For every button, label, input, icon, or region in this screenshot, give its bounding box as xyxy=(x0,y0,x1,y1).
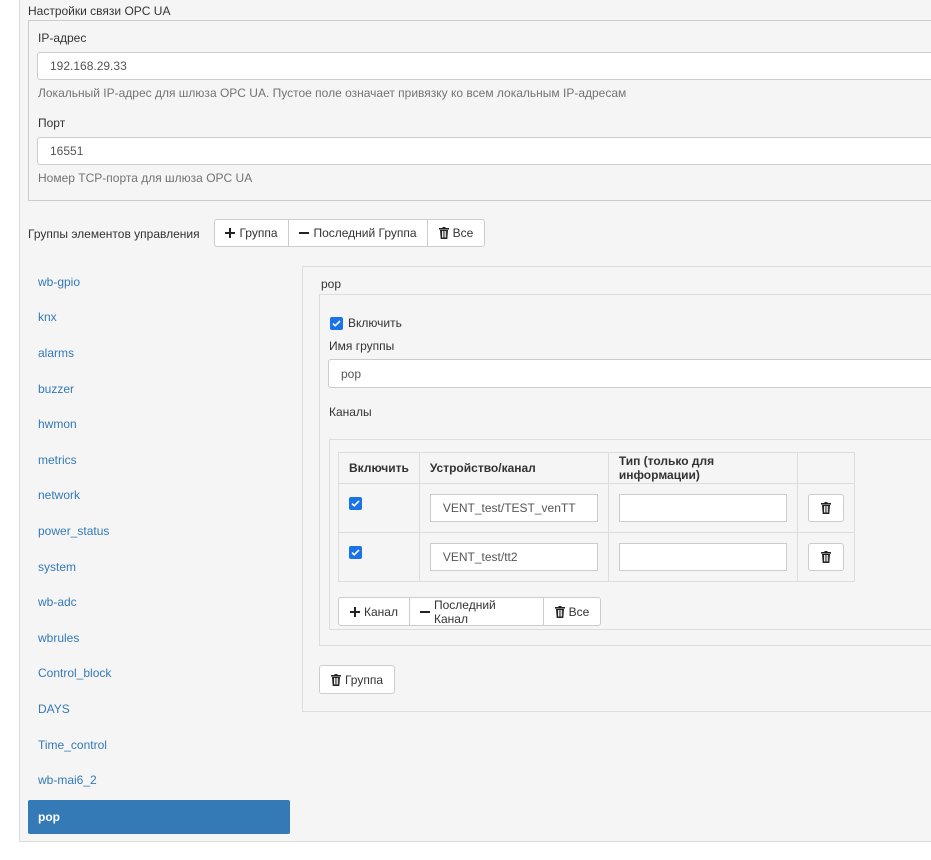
remove-last-channel-button[interactable]: Последний Канал xyxy=(409,597,544,626)
check-icon xyxy=(351,549,360,557)
enable-checkbox[interactable] xyxy=(330,316,343,330)
remove-all-groups-button[interactable]: Все xyxy=(427,219,485,247)
group-name-label: Имя группы xyxy=(329,339,395,353)
minus-icon xyxy=(299,228,310,238)
channel-device-value: VENT_test/tt2 xyxy=(442,550,518,564)
plus-icon xyxy=(350,606,361,617)
nav-item[interactable]: wb-gpio xyxy=(28,264,290,300)
nav-item[interactable]: DAYS xyxy=(28,691,290,727)
remove-last-group-button[interactable]: Последний Группа xyxy=(288,219,428,247)
ip-label: IP-адрес xyxy=(38,31,87,45)
enable-label: Включить xyxy=(348,316,402,330)
nav-item[interactable]: network xyxy=(28,478,290,514)
plus-icon xyxy=(225,228,236,238)
nav-item[interactable]: wbrules xyxy=(28,620,290,656)
nav-item[interactable]: Control_block xyxy=(28,656,290,692)
port-value: 16551 xyxy=(50,144,84,158)
channel-type-input[interactable] xyxy=(618,494,787,522)
group-name-value: pop xyxy=(341,366,362,381)
channels-table: Включить Устройство/канал Тип (только дл… xyxy=(338,452,855,582)
nav-item[interactable]: metrics xyxy=(28,442,290,478)
group-nav: wb-gpio knx alarms buzzer hwmon metrics … xyxy=(28,264,290,834)
add-channel-button[interactable]: Канал xyxy=(338,597,410,626)
check-icon xyxy=(332,319,341,327)
trash-icon xyxy=(330,673,341,686)
delete-group-label: Группа xyxy=(344,672,384,687)
ip-help: Локальный IP-адрес для шлюза OPC UA. Пус… xyxy=(38,86,627,100)
delete-channel-button[interactable] xyxy=(807,494,844,522)
groups-label: Группы элементов управления xyxy=(28,227,200,241)
ip-input[interactable]: 192.168.29.33 xyxy=(37,52,931,80)
nav-item[interactable]: hwmon xyxy=(28,406,290,442)
col-device: Устройство/канал xyxy=(418,452,609,484)
group-title: pop xyxy=(321,277,342,291)
remove-all-channels-button[interactable]: Все xyxy=(543,597,601,626)
table-row: VENT_test/tt2 xyxy=(338,532,855,582)
channel-device-input[interactable]: VENT_test/TEST_venTT xyxy=(429,494,598,522)
channel-device-value: VENT_test/TEST_venTT xyxy=(442,501,576,515)
remove-last-group-label: Последний Группа xyxy=(313,226,417,240)
nav-item[interactable]: system xyxy=(28,549,290,585)
delete-group-button[interactable]: Группа xyxy=(319,665,395,694)
remove-last-channel-label: Последний Канал xyxy=(434,597,496,626)
ip-value: 192.168.29.33 xyxy=(50,59,127,73)
nav-item[interactable]: Time_control xyxy=(28,727,290,763)
add-group-button[interactable]: Группа xyxy=(214,219,289,247)
table-row: VENT_test/TEST_venTT xyxy=(338,483,855,533)
check-icon xyxy=(351,500,360,508)
add-group-label: Группа xyxy=(239,226,278,240)
delete-channel-button[interactable] xyxy=(807,543,844,571)
trash-icon xyxy=(438,227,449,239)
nav-item[interactable]: wb-mai6_2 xyxy=(28,762,290,798)
remove-all-groups-label: Все xyxy=(452,226,474,240)
nav-item[interactable]: wb-adc xyxy=(28,584,290,620)
nav-item[interactable]: alarms xyxy=(28,335,290,371)
channel-type-input[interactable] xyxy=(618,543,787,571)
port-label: Порт xyxy=(38,116,66,130)
minus-icon xyxy=(420,607,430,617)
port-input[interactable]: 16551 xyxy=(37,137,931,165)
col-actions xyxy=(796,452,855,484)
nav-item[interactable]: knx xyxy=(28,300,290,336)
trash-icon xyxy=(820,551,831,563)
remove-all-channels-label: Все xyxy=(568,604,590,619)
nav-item[interactable]: buzzer xyxy=(28,371,290,407)
add-channel-label: Канал xyxy=(364,604,398,619)
trash-icon xyxy=(820,502,831,514)
opc-section-title: Настройки связи OPC UA xyxy=(28,4,171,18)
trash-icon xyxy=(554,605,565,618)
enable-group[interactable]: Включить xyxy=(330,316,402,330)
col-enable: Включить xyxy=(338,452,420,484)
port-help: Номер TCP-порта для шлюза OPC UA xyxy=(38,171,253,185)
group-name-input[interactable]: pop xyxy=(328,359,931,388)
col-type: Тип (только для информации) xyxy=(607,452,798,484)
channel-enable-checkbox[interactable] xyxy=(349,546,362,560)
nav-item-active[interactable]: pop xyxy=(28,799,290,834)
channels-label: Каналы xyxy=(329,405,372,419)
nav-item[interactable]: power_status xyxy=(28,513,290,549)
groups-toolbar: Группа Последний Группа Все xyxy=(214,219,485,247)
channels-toolbar: Канал Последний Канал Все xyxy=(338,597,601,626)
channel-device-input[interactable]: VENT_test/tt2 xyxy=(429,543,598,571)
channel-enable-checkbox[interactable] xyxy=(349,497,362,511)
